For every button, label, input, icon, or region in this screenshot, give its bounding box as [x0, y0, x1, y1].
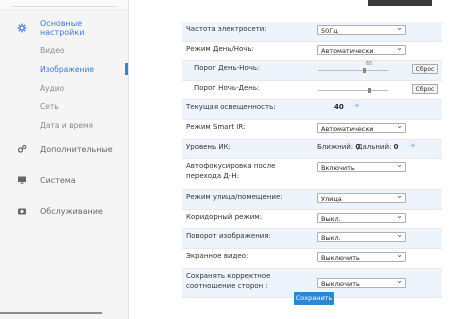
camera-icon [17, 206, 27, 216]
screen-video-select[interactable]: Выключить [317, 250, 406, 262]
sidebar-item-label: Аудио [40, 83, 65, 93]
sidebar-top-strip [0, 0, 128, 9]
setting-row-street-indoor: Режим улица/помещение: Улица [182, 190, 442, 210]
monitor-icon [17, 175, 27, 185]
setting-label: Частота электросети: [186, 25, 267, 33]
sidebar-section-basic-settings[interactable]: Основные настройки [0, 18, 128, 38]
sidebar-item-label: Изображение [40, 64, 94, 74]
setting-row-smart-ir: Режим Smart IR: Автоматически [182, 120, 442, 140]
autofocus-select[interactable]: Включить [317, 160, 406, 173]
sidebar: Основные настройки Видео Изображение Ауд… [0, 0, 129, 319]
rotation-select[interactable]: Выкл. [317, 230, 406, 243]
refresh-icon[interactable]: ✧ [354, 102, 360, 110]
image-settings-table: Частота электросети: 50Гц Режим День/Ноч… [182, 22, 442, 298]
sidebar-item-image[interactable]: Изображение [0, 61, 128, 77]
street-indoor-select[interactable]: Улица [317, 191, 406, 204]
setting-label: Порог Ночь-День: [194, 83, 260, 92]
sidebar-item-label: Сеть [40, 101, 59, 111]
night-day-threshold-slider[interactable] [318, 87, 388, 93]
aspect-ratio-select[interactable]: Выключить [317, 276, 406, 288]
sidebar-section-maintenance[interactable]: Обслуживание [0, 201, 128, 221]
setting-label: Порог День-Ночь: [194, 64, 260, 73]
reset-day-night-button[interactable]: Сброс [412, 64, 438, 75]
setting-label: Режим День/Ночь: [186, 44, 254, 53]
setting-row-rotation: Поворот изображения: Выкл. [182, 229, 442, 249]
video-preview [368, 0, 432, 6]
gear-icon [17, 23, 27, 33]
setting-label: Уровень ИК: [186, 142, 231, 151]
setting-row-current-illumination: Текущая освещенность: 40 ✧ [182, 100, 442, 120]
setting-row-autofocus: Автофокусировка после перехода Д-Н: Вклю… [182, 159, 442, 191]
power-frequency-select[interactable]: 50Гц [317, 23, 406, 35]
day-night-threshold-slider[interactable] [318, 68, 388, 74]
slider-value: 65 [366, 61, 373, 68]
setting-row-day-night-mode: Режим День/Ночь: Автоматически [182, 42, 442, 62]
setting-label: Текущая освещенность: [186, 103, 276, 112]
sidebar-item-audio[interactable]: Аудио [0, 80, 128, 96]
setting-row-ir-level: Уровень ИК: Ближний: 0 Дальний: 0 ✧ [182, 139, 442, 160]
setting-row-power-frequency: Частота электросети: 50Гц [182, 22, 442, 42]
setting-label: Режим улица/помещение: [186, 193, 283, 202]
setting-row-corridor: Коридорный режим: Выкл. [182, 210, 442, 230]
reset-night-day-button[interactable]: Сброс [412, 83, 438, 94]
setting-label: Поворот изображения: [186, 232, 271, 241]
setting-row-screen-video: Экранное видео: Выключить [182, 249, 442, 269]
save-button[interactable]: Сохранить [294, 292, 334, 305]
sidebar-section-label: Основные настройки [40, 19, 85, 37]
smart-ir-select[interactable]: Автоматически [317, 121, 406, 133]
sidebar-item-video[interactable]: Видео [0, 42, 128, 58]
day-night-mode-select[interactable]: Автоматически [317, 43, 406, 55]
setting-row-day-night-threshold: Порог День-Ночь: 65 Сброс [182, 61, 442, 81]
sidebar-section-label: Система [40, 175, 76, 185]
active-indicator [125, 63, 128, 75]
ir-near: Ближний: 0 [317, 142, 361, 151]
corridor-select[interactable]: Выкл. [317, 211, 406, 223]
sidebar-section-label: Дополнительные [40, 144, 113, 154]
setting-label: Экранное видео: [186, 251, 249, 260]
setting-label: Сохранять корректное соотношение сторон … [186, 271, 271, 290]
setting-label: Режим Smart IR: [186, 122, 246, 131]
sidebar-section-advanced[interactable]: Дополнительные [0, 139, 128, 159]
refresh-icon[interactable]: ✧ [410, 142, 416, 150]
gears-icon [17, 144, 27, 154]
sidebar-item-label: Видео [40, 45, 65, 55]
setting-label: Автофокусировка после перехода Д-Н: [186, 162, 276, 181]
sidebar-item-date-time[interactable]: Дата и время [0, 117, 128, 133]
slider-knob[interactable] [368, 87, 371, 93]
ir-far: Дальний: 0 [357, 142, 399, 151]
sidebar-item-label: Дата и время [40, 120, 94, 130]
illumination-value: 40 [334, 103, 344, 112]
sidebar-scrollbar[interactable] [0, 312, 102, 314]
sidebar-section-system[interactable]: Система [0, 170, 128, 190]
setting-label: Коридорный режим: [186, 212, 262, 221]
setting-row-night-day-threshold: Порог Ночь-День: Сброс [182, 81, 442, 101]
sidebar-section-label: Обслуживание [40, 206, 103, 216]
sidebar-item-network[interactable]: Сеть [0, 98, 128, 114]
slider-knob[interactable] [363, 68, 366, 74]
